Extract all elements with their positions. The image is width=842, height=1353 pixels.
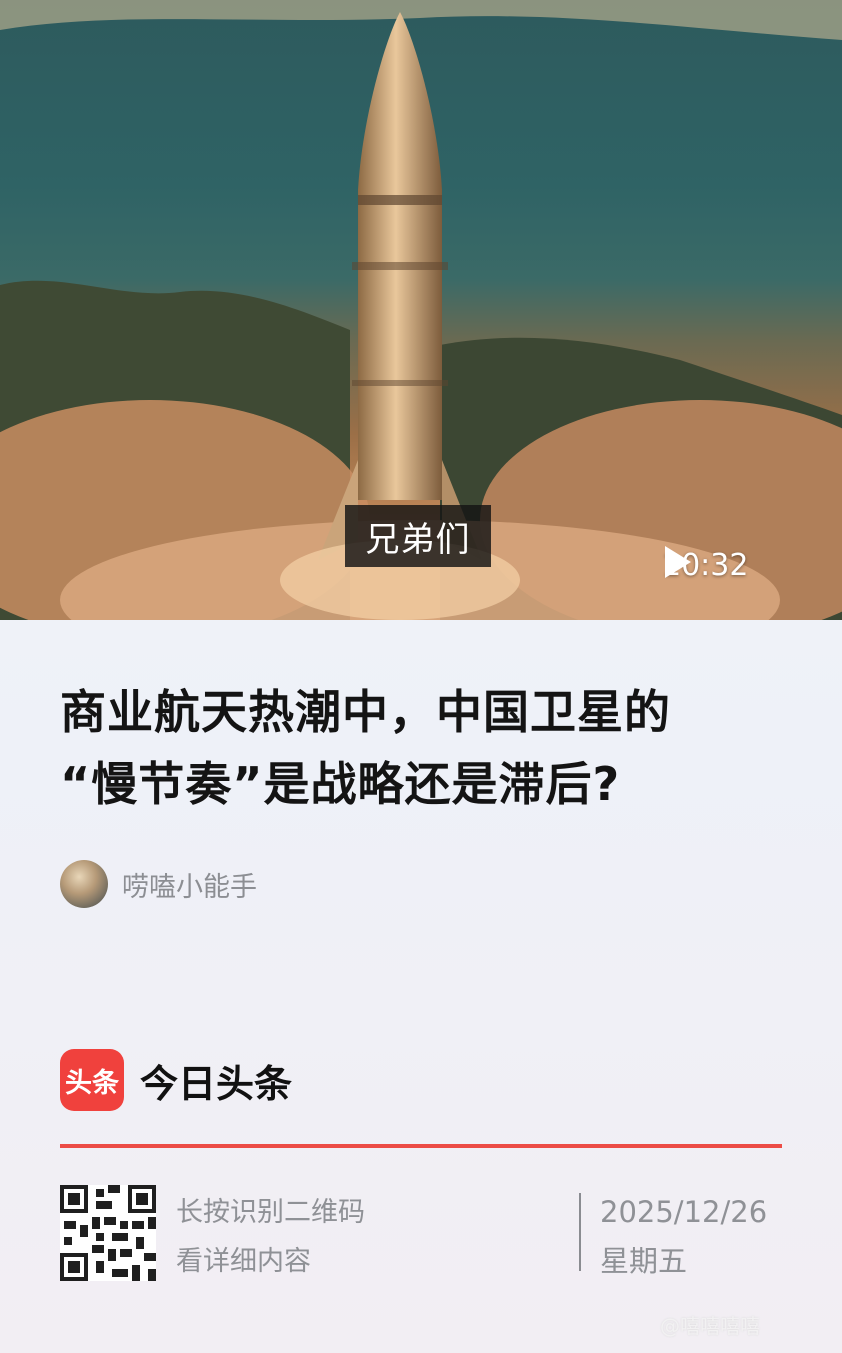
divider-line bbox=[60, 1144, 782, 1148]
date-block: 2025/12/26 星期五 bbox=[600, 1188, 767, 1286]
watermark-text: @嘻嘻嘻嘻 bbox=[660, 1314, 760, 1338]
toutiao-logo-icon: 头条 bbox=[60, 1049, 124, 1111]
article-title[interactable]: 商业航天热潮中，中国卫星的 “慢节奏”是战略还是滞后? bbox=[60, 676, 790, 820]
article-title-line-2: “慢节奏”是战略还是滞后? bbox=[60, 757, 621, 811]
play-icon[interactable] bbox=[662, 544, 694, 580]
video-duration: 10:32 bbox=[662, 544, 748, 586]
author-name: 唠嗑小能手 bbox=[122, 871, 257, 903]
qr-line-1: 长按识别二维码 bbox=[176, 1197, 365, 1228]
brand-name: 今日头条 bbox=[140, 1061, 293, 1106]
brand-row: 头条 今日头条 bbox=[60, 1049, 292, 1111]
video-subtitle: 兄弟们 bbox=[345, 505, 491, 567]
weekday-text: 星期五 bbox=[600, 1244, 688, 1278]
qr-instructions: 长按识别二维码 看详细内容 bbox=[176, 1188, 365, 1286]
date-text: 2025/12/26 bbox=[600, 1195, 768, 1229]
qr-line-2: 看详细内容 bbox=[176, 1246, 311, 1277]
video-thumbnail[interactable]: 兄弟们 10:32 bbox=[0, 0, 842, 620]
avatar[interactable] bbox=[60, 860, 108, 908]
author-row[interactable]: 唠嗑小能手 bbox=[60, 860, 257, 908]
vertical-divider bbox=[579, 1193, 581, 1271]
qr-code-icon[interactable] bbox=[60, 1185, 156, 1281]
article-title-line-1: 商业航天热潮中，中国卫星的 bbox=[60, 685, 671, 739]
